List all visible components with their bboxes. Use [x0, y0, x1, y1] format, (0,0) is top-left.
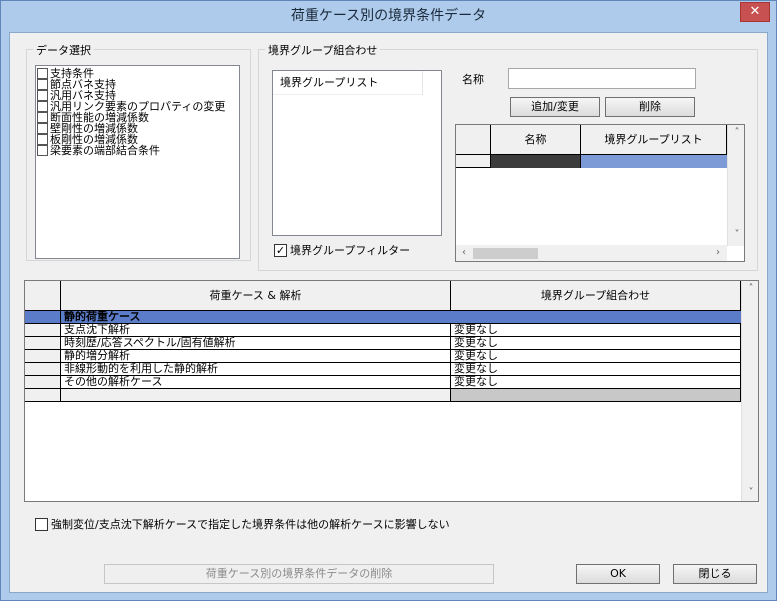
data-select-label: データ選択	[33, 42, 94, 58]
table-row-header[interactable]	[25, 337, 61, 350]
static-load-case-header: 静的荷重ケース	[61, 311, 741, 324]
force-displacement-checkbox[interactable]	[35, 517, 48, 531]
table-row-header[interactable]	[25, 324, 61, 337]
window-title: 荷重ケース別の境界条件データ	[290, 8, 487, 24]
name-input[interactable]	[508, 68, 696, 89]
table-row-header[interactable]	[25, 363, 61, 376]
table-row-case[interactable]: 静的増分解析	[61, 350, 451, 363]
close-window-button[interactable]: ✕	[740, 2, 770, 22]
table-row-header[interactable]	[25, 376, 61, 389]
data-select-item-label: 梁要素の端部結合条件	[50, 144, 160, 157]
col-boundary-combo: 境界グループ組合わせ	[451, 281, 741, 311]
table-row-combo[interactable]: 変更なし	[451, 350, 741, 363]
col-load-case: 荷重ケース & 解析	[61, 281, 451, 311]
close-button[interactable]: 閉じる	[673, 564, 757, 584]
combo-table[interactable]: 名称 境界グループリスト ˄ ˅ ‹ ›	[455, 124, 745, 262]
table-row-case[interactable]: その他の解析ケース	[61, 376, 451, 389]
data-select-item[interactable]: 梁要素の端部結合条件	[37, 145, 238, 156]
table-row-combo[interactable]: 変更なし	[451, 363, 741, 376]
boundary-group-list-header: 境界グループリスト	[273, 71, 423, 95]
scroll-right-icon[interactable]: ›	[710, 245, 726, 261]
grid-scroll-down-icon[interactable]: ˅	[743, 485, 758, 501]
data-select-checkbox[interactable]	[37, 112, 48, 123]
boundary-group-combo-group: 境界グループ組合わせ 境界グループリスト ✓ 境界グループフィルター 名称 追加…	[258, 42, 758, 271]
add-change-button[interactable]: 追加/変更	[510, 97, 600, 117]
data-select-checkbox[interactable]	[37, 90, 48, 101]
data-select-list[interactable]: 支持条件 節点バネ支持 汎用バネ支持 汎用リンク要素のプロパティの変更 断面性能の増減係…	[35, 65, 240, 259]
scroll-down-icon[interactable]: ˅	[729, 227, 744, 243]
data-select-checkbox[interactable]	[37, 68, 48, 79]
data-select-group: データ選択 支持条件 節点バネ支持 汎用バネ支持 汎用リンク要素のプロパティの変更 断面…	[26, 42, 251, 261]
empty-row-header[interactable]	[25, 389, 61, 402]
dialog-window: 荷重ケース別の境界条件データ ✕ データ選択 支持条件 節点バネ支持 汎用バネ支持汎…	[0, 0, 777, 601]
grid-scroll-up-icon[interactable]: ˄	[743, 281, 758, 297]
header-row-marker[interactable]	[25, 311, 61, 324]
boundary-group-list[interactable]: 境界グループリスト	[272, 70, 442, 236]
combo-table-corner	[456, 125, 491, 155]
table-row-case[interactable]: 非線形動的を利用した静的解析	[61, 363, 451, 376]
delete-button[interactable]: 削除	[605, 97, 695, 117]
combo-table-row-header[interactable]	[456, 155, 491, 168]
table-row-header[interactable]	[25, 350, 61, 363]
empty-row-case[interactable]	[61, 389, 451, 402]
combo-table-col-list: 境界グループリスト	[581, 125, 727, 155]
load-case-grid-vscroll[interactable]: ˄ ˅	[741, 281, 758, 501]
dialog-client: データ選択 支持条件 節点バネ支持 汎用バネ支持 汎用リンク要素のプロパティの変更 断面…	[9, 32, 768, 593]
name-label: 名称	[462, 73, 484, 86]
combo-table-vscroll[interactable]: ˄ ˅	[727, 125, 744, 246]
empty-row-combo[interactable]	[451, 389, 741, 402]
ok-button[interactable]: OK	[576, 564, 660, 584]
combo-table-hscroll[interactable]: ‹ ›	[456, 245, 727, 261]
scroll-left-icon[interactable]: ‹	[456, 245, 472, 261]
boundary-filter-option[interactable]: ✓ 境界グループフィルター	[274, 242, 410, 258]
boundary-filter-checkbox[interactable]: ✓	[274, 243, 287, 257]
data-select-checkbox[interactable]	[37, 101, 48, 112]
boundary-group-combo-label: 境界グループ組合わせ	[265, 42, 381, 58]
combo-table-list-cell[interactable]	[581, 155, 727, 168]
table-row-combo[interactable]: 変更なし	[451, 324, 741, 337]
combo-table-name-cell[interactable]	[491, 155, 581, 168]
table-row-combo[interactable]: 変更なし	[451, 337, 741, 350]
table-row-case[interactable]: 支点沈下解析	[61, 324, 451, 337]
table-row-combo[interactable]: 変更なし	[451, 376, 741, 389]
data-select-checkbox[interactable]	[37, 134, 48, 145]
load-case-grid-corner	[25, 281, 61, 311]
force-displacement-label: 強制変位/支点沈下解析ケースで指定した境界条件は他の解析ケースに影響しない	[51, 518, 450, 531]
scroll-up-icon[interactable]: ˄	[729, 125, 744, 141]
data-select-checkbox[interactable]	[37, 145, 48, 156]
force-displacement-option[interactable]: 強制変位/支点沈下解析ケースで指定した境界条件は他の解析ケースに影響しない	[35, 516, 450, 532]
hscroll-thumb[interactable]	[473, 248, 538, 259]
data-select-checkbox[interactable]	[37, 123, 48, 134]
load-case-grid[interactable]: 荷重ケース & 解析 境界グループ組合わせ 静的荷重ケース 支点沈下解析 変更なし…	[24, 280, 759, 502]
table-row-case[interactable]: 時刻歴/応答スペクトル/固有値解析	[61, 337, 451, 350]
boundary-filter-label: 境界グループフィルター	[290, 244, 411, 257]
combo-table-col-name: 名称	[491, 125, 581, 155]
delete-boundary-data-button[interactable]: 荷重ケース別の境界条件データの削除	[104, 564, 494, 584]
data-select-checkbox[interactable]	[37, 79, 48, 90]
